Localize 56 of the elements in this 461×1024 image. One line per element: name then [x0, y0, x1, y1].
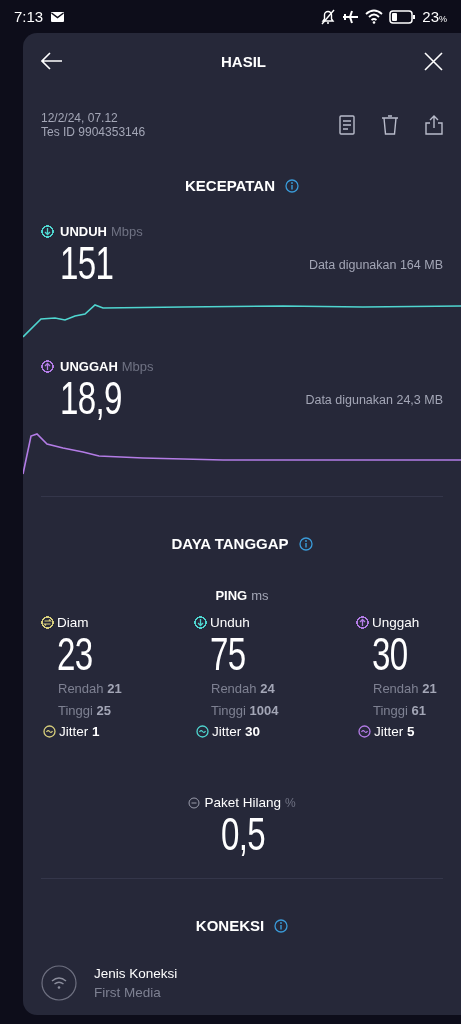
ping-value: 23 — [57, 630, 93, 678]
wifi-icon — [41, 965, 77, 1001]
section-title: KECEPATAN — [185, 177, 275, 194]
test-id: Tes ID 9904353146 — [41, 125, 146, 139]
data-used: Data digunakan 164 MB — [307, 257, 443, 273]
info-icon[interactable] — [298, 536, 313, 551]
airplane-icon — [342, 8, 360, 25]
ping-value: 75 — [210, 630, 246, 678]
speed-value: 151 — [60, 239, 114, 287]
connection-label: Jenis Koneksi — [94, 965, 178, 983]
ping-unit: ms — [251, 588, 269, 603]
ping-name: Unduh — [210, 615, 250, 630]
section-title: KONEKSI — [195, 917, 265, 934]
packet-loss-unit: % — [284, 795, 296, 810]
mail-icon — [51, 11, 65, 22]
ping-low: Rendah 21 — [58, 680, 122, 698]
ping-low: Rendah 21 — [373, 680, 437, 698]
status-time: 7:13 — [14, 8, 44, 25]
ping-low: Rendah 24 — [211, 680, 275, 698]
trash-icon[interactable] — [381, 115, 399, 135]
wifi-icon — [365, 9, 384, 24]
speed-label: UNDUH — [60, 224, 107, 239]
document-icon[interactable] — [339, 115, 355, 135]
ping-name: Unggah — [372, 615, 420, 630]
info-icon[interactable] — [285, 178, 299, 193]
info-icon[interactable] — [274, 918, 289, 933]
ping-high: Tinggi 61 — [373, 702, 426, 720]
jitter-value: Jitter 1 — [59, 724, 100, 739]
share-icon[interactable] — [425, 115, 443, 135]
speed-unit: Mbps — [110, 224, 143, 239]
ping-value: 30 — [372, 630, 408, 678]
test-date: 12/2/24, 07.12 — [41, 111, 119, 125]
ping-label: PING — [215, 588, 248, 603]
ping-high: Tinggi 25 — [58, 702, 111, 720]
speed-label: UNGGAH — [60, 359, 118, 374]
muted-bell-icon — [320, 8, 337, 25]
back-arrow-icon[interactable] — [41, 52, 63, 70]
battery-level: 23% — [422, 8, 447, 25]
jitter-value: Jitter 30 — [212, 724, 261, 739]
packet-loss-value: 0,5 — [220, 810, 265, 858]
ping-high: Tinggi 1004 — [211, 702, 279, 720]
packet-loss-label: Paket Hilang — [204, 795, 281, 810]
jitter-value: Jitter 5 — [374, 724, 415, 739]
minus-circle-icon — [188, 796, 201, 809]
battery-icon — [389, 9, 417, 24]
jitter-icon — [43, 725, 56, 738]
data-used: Data digunakan 24,3 MB — [304, 392, 443, 408]
jitter-icon — [196, 725, 209, 738]
section-title: DAYA TANGGAP — [171, 535, 289, 552]
ping-name: Diam — [57, 615, 89, 630]
connection-value: First Media — [94, 984, 162, 1002]
speed-unit: Mbps — [121, 359, 154, 374]
screen-title: HASIL — [221, 52, 266, 70]
close-icon[interactable] — [424, 51, 443, 71]
jitter-icon — [358, 725, 371, 738]
speed-value: 18,9 — [60, 374, 122, 422]
